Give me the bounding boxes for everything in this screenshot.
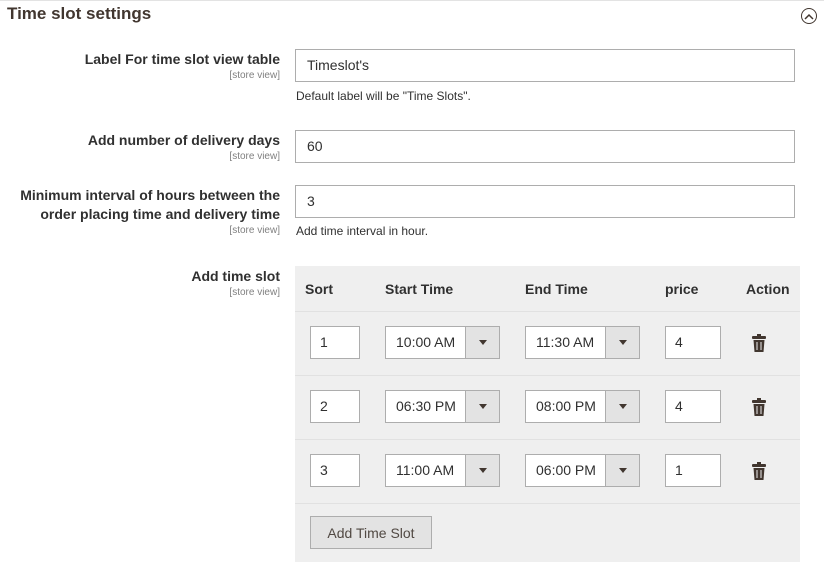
trash-icon[interactable] [752, 334, 766, 352]
table-row: 2 06:30 PM 08:00 PM 4 [295, 375, 800, 439]
field-label-timeslot-label: Label For time slot view table [store vi… [85, 50, 280, 82]
table-footer-divider [295, 503, 800, 504]
scope-label: [store view] [229, 287, 280, 298]
start-time-value: 11:00 AM [396, 462, 455, 478]
chevron-down-icon [618, 340, 627, 345]
price-input[interactable]: 4 [665, 326, 721, 359]
add-time-slot-button[interactable]: Add Time Slot [310, 516, 432, 549]
trash-icon[interactable] [752, 462, 766, 480]
column-header-start-time: Start Time [385, 281, 454, 297]
end-time-value: 11:30 AM [536, 334, 595, 350]
end-time-value: 06:00 PM [536, 462, 596, 478]
end-time-select[interactable]: 11:30 AM [525, 326, 640, 359]
chevron-up-circle-icon[interactable] [801, 8, 817, 24]
timeslot-label-input[interactable]: Timeslot's [295, 49, 795, 82]
label-text-line2: order placing time and delivery time [40, 206, 280, 222]
chevron-down-icon [478, 340, 487, 345]
label-text: Add time slot [191, 268, 280, 284]
column-header-action: Action [746, 281, 790, 297]
field-label-min-interval: Minimum interval of hours between the or… [20, 186, 280, 237]
end-time-value: 08:00 PM [536, 398, 596, 414]
table-row: 1 10:00 AM 11:30 AM 4 [295, 311, 800, 375]
end-time-select[interactable]: 06:00 PM [525, 454, 640, 487]
dropdown-button[interactable] [465, 455, 499, 486]
delivery-days-input[interactable]: 60 [295, 130, 795, 163]
time-slot-grid: Sort Start Time End Time price Action 1 … [295, 266, 800, 562]
column-header-sort: Sort [305, 281, 333, 297]
timeslot-label-note: Default label will be "Time Slots". [296, 89, 471, 103]
section-title[interactable]: Time slot settings [7, 4, 151, 24]
price-input[interactable]: 1 [665, 454, 721, 487]
column-header-end-time: End Time [525, 281, 588, 297]
trash-icon[interactable] [752, 398, 766, 416]
scope-label: [store view] [229, 70, 280, 81]
min-interval-note: Add time interval in hour. [296, 224, 429, 238]
scope-label: [store view] [229, 225, 280, 236]
start-time-value: 10:00 AM [396, 334, 456, 350]
start-time-select[interactable]: 06:30 PM [385, 390, 500, 423]
start-time-value: 06:30 PM [396, 398, 456, 414]
start-time-select[interactable]: 10:00 AM [385, 326, 500, 359]
chevron-down-icon [478, 468, 487, 473]
chevron-down-icon [618, 404, 627, 409]
sort-input[interactable]: 1 [310, 326, 360, 359]
chevron-down-icon [478, 404, 487, 409]
table-row: 3 11:00 AM 06:00 PM 1 [295, 439, 800, 503]
chevron-down-icon [618, 468, 627, 473]
column-header-price: price [665, 281, 699, 297]
scope-label: [store view] [229, 151, 280, 162]
label-text-line1: Minimum interval of hours between the [20, 187, 280, 203]
dropdown-button[interactable] [465, 327, 499, 358]
sort-input[interactable]: 2 [310, 390, 360, 423]
section-divider [0, 0, 824, 1]
start-time-select[interactable]: 11:00 AM [385, 454, 500, 487]
field-label-delivery-days: Add number of delivery days [store view] [88, 131, 280, 163]
label-text: Label For time slot view table [84, 51, 280, 67]
dropdown-button[interactable] [605, 391, 639, 422]
dropdown-button[interactable] [465, 391, 499, 422]
dropdown-button[interactable] [605, 327, 639, 358]
price-input[interactable]: 4 [665, 390, 721, 423]
sort-input[interactable]: 3 [310, 454, 360, 487]
end-time-select[interactable]: 08:00 PM [525, 390, 640, 423]
label-text: Add number of delivery days [87, 132, 280, 148]
min-interval-input[interactable]: 3 [295, 185, 795, 218]
dropdown-button[interactable] [605, 455, 639, 486]
field-label-time-slots: Add time slot [store view] [191, 267, 280, 299]
